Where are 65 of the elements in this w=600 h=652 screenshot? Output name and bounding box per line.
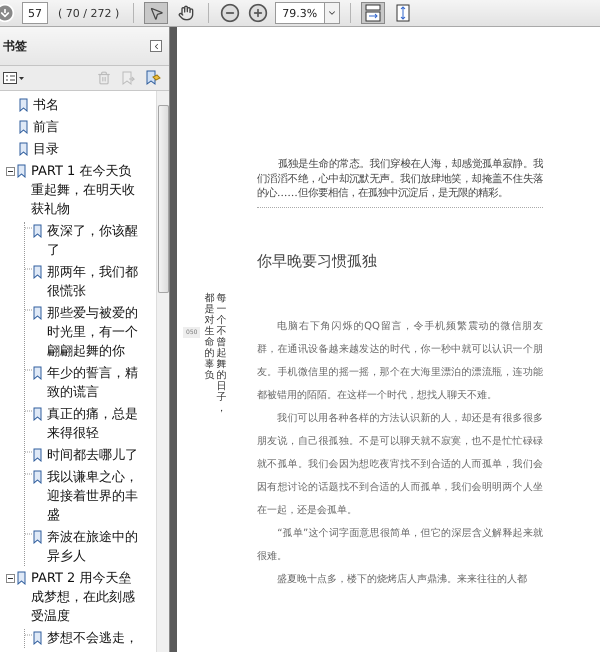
zoom-out-button[interactable]: [219, 2, 242, 24]
bookmark-item[interactable]: 夜深了，你该醒了: [47, 222, 145, 260]
panel-title: 书签: [3, 38, 27, 54]
bookmark-item[interactable]: 年少的誓言，精致的谎言: [47, 364, 145, 402]
chapter-heading: 你早晚要习惯孤独: [257, 252, 378, 270]
page-number-field[interactable]: 57: [22, 2, 48, 24]
zoom-dropdown-button[interactable]: [324, 2, 340, 24]
bookmark-icon: [33, 366, 43, 380]
minus-icon: [7, 168, 14, 175]
bookmark-item[interactable]: 奔波在旅途中的异乡人: [47, 528, 145, 566]
list-options-icon: [3, 72, 25, 84]
bookmark-icon: [33, 224, 43, 238]
down-arrow-icon: [0, 3, 15, 23]
zoom-in-button[interactable]: [247, 2, 270, 24]
fit-page-icon: [396, 4, 410, 22]
options-menu-button[interactable]: [3, 72, 25, 84]
zoom-in-icon: [248, 3, 268, 23]
bookmark-item[interactable]: PART 1 在今天负重起舞，在明天收获礼物: [31, 162, 143, 219]
trash-icon: [97, 71, 111, 85]
bookmark-item[interactable]: 真正的痛，总是来得很轻: [47, 405, 145, 443]
expand-toggle[interactable]: [6, 574, 15, 583]
layout-button[interactable]: [361, 2, 386, 24]
minus-icon: [7, 575, 14, 582]
bookmark-icon: [19, 98, 29, 112]
next-page-button[interactable]: [0, 2, 16, 24]
zoom-out-icon: [220, 3, 240, 23]
margin-note: 每一个不曾起舞的日子，: [216, 293, 226, 414]
bookmark-icon: [33, 530, 43, 544]
bookmark-icon: [19, 120, 29, 134]
bookmark-icon: [19, 142, 29, 156]
body-paragraph: 盛夏晚十点多，楼下的烧烤店人声鼎沸。来来往往的人都: [276, 572, 528, 586]
bookmark-icon: [17, 164, 27, 178]
body-paragraph: “孤单”这个词字面意思很简单，但它的深层含义解释起来就很难。: [257, 526, 543, 564]
bookmark-icon: [17, 571, 27, 585]
bookmark-item[interactable]: 梦想不会逃走，: [47, 629, 145, 648]
hand-icon: [178, 5, 194, 21]
bookmark-icon: [33, 470, 43, 484]
body-paragraph: 我们可以用各种各样的方法认识新的人，却还是有很多很多朋友说，自己很孤独。不是可以聊天就不寂寞，也不是忙忙碌碌就不孤单。我们会因为想吃夜宵找不到合适的人而孤单，我们会因有想讨论的话题找不到合适的人而孤单，我们会明明两个人坐在一起，还是会孤单。: [257, 412, 543, 518]
bookmark-item[interactable]: 时间都去哪儿了: [47, 446, 145, 465]
bookmark-item[interactable]: PART 2 用今天垒成梦想，在此刻感受温度: [31, 569, 143, 626]
bookmark-arrow-icon: [121, 70, 135, 86]
bookmark-icon: [33, 306, 43, 320]
page-layout-icon: [365, 4, 382, 22]
bookmark-icon: [33, 265, 43, 279]
new-bookmark-button[interactable]: [145, 70, 161, 86]
expand-toggle[interactable]: [6, 167, 15, 176]
bookmark-item[interactable]: 书名: [33, 96, 145, 115]
tool-button[interactable]: [144, 2, 168, 24]
body-paragraph: 电脑右下角闪烁的QQ留言，令手机频繁震动的微信朋友群，在通讯设备越来越发达的时代，你一秒中就可以认识一个朋友。手机微信里的摇一摇，那个在大海里漂泊的漂流瓶，连功能都被错用的陌陌。在这样一个时代，想找人聊天不难。: [257, 320, 543, 402]
bookmark-icon: [33, 631, 43, 645]
bookmark-item[interactable]: 目录: [33, 140, 145, 159]
bookmark-icon: [33, 407, 43, 421]
select-cursor-icon: [148, 6, 164, 20]
page-count: ( 70 / 272 ): [58, 6, 120, 20]
zoom-field[interactable]: 79.3%: [275, 2, 324, 24]
margin-note: 都是对生命的辜负: [204, 293, 214, 383]
epigraph: 孤独是生命的常态。我们穿梭在人海，却感觉孤单寂静。我们滔滔不绝，心中却沉默无声。我们放肆地笑，却掩盖不住失落的心……但你要相信，在孤独中沉淀后，是无限的精彩。: [257, 157, 543, 208]
bookmark-item[interactable]: 那两年，我们都很慌张: [47, 263, 145, 301]
bookmark-item[interactable]: 我以谦卑之心，迎接着世界的丰盛: [47, 468, 145, 525]
bookmark-icon: [33, 448, 43, 462]
new-bookmark-icon: [145, 70, 161, 86]
collapse-button[interactable]: [150, 40, 162, 52]
bookmark-item[interactable]: 那些爱与被爱的时光里，有一个翩翩起舞的你: [47, 304, 145, 361]
bookmark-item[interactable]: 前言: [33, 118, 145, 137]
scrollbar[interactable]: [156, 91, 169, 652]
